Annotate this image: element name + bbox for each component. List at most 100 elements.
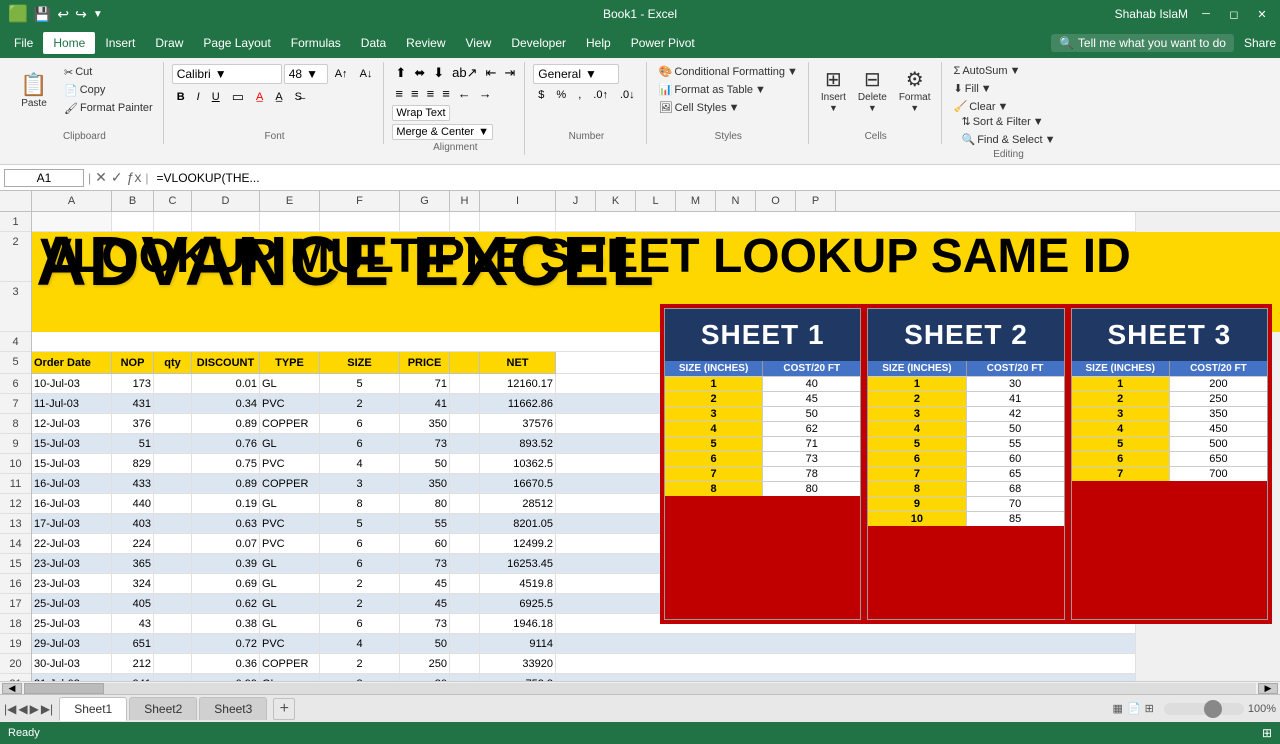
cell-c13[interactable] — [154, 514, 192, 534]
cell-f8[interactable]: 6 — [320, 414, 400, 434]
cell-b10[interactable]: 829 — [112, 454, 154, 474]
cell-a6[interactable]: 10-Jul-03 — [32, 374, 112, 394]
cell-b20[interactable]: 212 — [112, 654, 154, 674]
s2-r3-c2[interactable]: 42 — [967, 407, 1064, 421]
cell-b18[interactable]: 43 — [112, 614, 154, 634]
cell-f15[interactable]: 6 — [320, 554, 400, 574]
cell-f20[interactable]: 2 — [320, 654, 400, 674]
scrollbar-thumb[interactable] — [24, 683, 104, 694]
cell-b11[interactable]: 433 — [112, 474, 154, 494]
cell-i19[interactable]: 9114 — [480, 634, 556, 654]
cell-b14[interactable]: 224 — [112, 534, 154, 554]
cell-b19[interactable]: 651 — [112, 634, 154, 654]
cell-f11[interactable]: 3 — [320, 474, 400, 494]
cell-d9[interactable]: 0.76 — [192, 434, 260, 454]
s2-r5-c2[interactable]: 55 — [967, 437, 1064, 451]
s2-r6-c1[interactable]: 6 — [868, 452, 966, 466]
sheet-tab-sheet3[interactable]: Sheet3 — [199, 697, 267, 720]
cell-h20[interactable] — [450, 654, 480, 674]
col-header-l[interactable]: L — [636, 191, 676, 211]
cell-e16[interactable]: GL — [260, 574, 320, 594]
col-header-b[interactable]: B — [112, 191, 154, 211]
cell-c18[interactable] — [154, 614, 192, 634]
share-button[interactable]: Share — [1244, 36, 1276, 50]
menu-power-pivot[interactable]: Power Pivot — [621, 32, 705, 54]
insert-function-icon[interactable]: ƒx — [127, 169, 142, 186]
s1-r3-c2[interactable]: 50 — [763, 407, 860, 421]
format-as-table-button[interactable]: 📊 Format as Table ▼ — [655, 82, 802, 97]
clear-button[interactable]: 🧹 Clear ▼ — [950, 99, 1068, 114]
cell-i21[interactable]: 752.8 — [480, 674, 556, 681]
cell-e11[interactable]: COPPER — [260, 474, 320, 494]
cell-h19[interactable] — [450, 634, 480, 654]
cell-g11[interactable]: 350 — [400, 474, 450, 494]
s1-r7-c2[interactable]: 78 — [763, 467, 860, 481]
menu-view[interactable]: View — [456, 32, 502, 54]
cell-c10[interactable] — [154, 454, 192, 474]
cell-g15[interactable]: 73 — [400, 554, 450, 574]
undo-icon[interactable]: ↩ — [57, 6, 69, 23]
row-num-16[interactable]: 16 — [0, 574, 31, 594]
row-num-10[interactable]: 10 — [0, 454, 31, 474]
cell-i11[interactable]: 16670.5 — [480, 474, 556, 494]
cell-e7[interactable]: PVC — [260, 394, 320, 414]
cell-d17[interactable]: 0.62 — [192, 594, 260, 614]
cell-h11[interactable] — [450, 474, 480, 494]
wrap-text-button[interactable]: Wrap Text — [392, 105, 449, 121]
col-header-price[interactable]: PRICE — [400, 352, 450, 374]
cell-c17[interactable] — [154, 594, 192, 614]
cell-i18[interactable]: 1946.18 — [480, 614, 556, 634]
cell-d12[interactable]: 0.19 — [192, 494, 260, 514]
cell-h14[interactable] — [450, 534, 480, 554]
row-num-1[interactable]: 1 — [0, 212, 31, 232]
paste-button[interactable]: 📋 Paste — [12, 64, 56, 116]
col-header-order-date[interactable]: Order Date — [32, 352, 112, 374]
row-num-17[interactable]: 17 — [0, 594, 31, 614]
cell-g13[interactable]: 55 — [400, 514, 450, 534]
cell-c9[interactable] — [154, 434, 192, 454]
row-num-14[interactable]: 14 — [0, 534, 31, 554]
cell-b8[interactable]: 376 — [112, 414, 154, 434]
col-header-type[interactable]: TYPE — [260, 352, 320, 374]
cell-c8[interactable] — [154, 414, 192, 434]
align-left-button[interactable]: ≡ — [392, 85, 406, 102]
cell-a17[interactable]: 25-Jul-03 — [32, 594, 112, 614]
menu-file[interactable]: File — [4, 32, 43, 54]
s2-r9-c2[interactable]: 70 — [967, 497, 1064, 511]
cell-rest20[interactable] — [556, 654, 1136, 674]
cell-a12[interactable]: 16-Jul-03 — [32, 494, 112, 514]
col-header-h[interactable]: H — [450, 191, 480, 211]
cell-f17[interactable]: 2 — [320, 594, 400, 614]
menu-draw[interactable]: Draw — [145, 32, 193, 54]
autosum-button[interactable]: Σ AutoSum ▼ — [950, 64, 1068, 78]
cell-c16[interactable] — [154, 574, 192, 594]
cell-h15[interactable] — [450, 554, 480, 574]
comma-button[interactable]: , — [573, 87, 586, 103]
cell-c7[interactable] — [154, 394, 192, 414]
format-button[interactable]: ⚙ Format ▼ — [895, 64, 935, 116]
cell-a7[interactable]: 11-Jul-03 — [32, 394, 112, 414]
cell-f16[interactable]: 2 — [320, 574, 400, 594]
cell-c19[interactable] — [154, 634, 192, 654]
col-header-m[interactable]: M — [676, 191, 716, 211]
cell-a11[interactable]: 16-Jul-03 — [32, 474, 112, 494]
name-box[interactable]: A1 — [4, 169, 84, 187]
s2-r1-c2[interactable]: 30 — [967, 377, 1064, 391]
cell-d21[interactable]: 0.99 — [192, 674, 260, 681]
s3-r5-c1[interactable]: 5 — [1072, 437, 1170, 451]
col-header-k[interactable]: K — [596, 191, 636, 211]
cell-g19[interactable]: 50 — [400, 634, 450, 654]
cell-h1[interactable] — [450, 212, 480, 232]
decimal-increase-button[interactable]: .0↑ — [588, 87, 613, 103]
font-size-dropdown[interactable]: 48 ▼ — [284, 64, 328, 84]
cell-g12[interactable]: 80 — [400, 494, 450, 514]
cell-i9[interactable]: 893.52 — [480, 434, 556, 454]
cell-d7[interactable]: 0.34 — [192, 394, 260, 414]
cell-i14[interactable]: 12499.2 — [480, 534, 556, 554]
s2-r6-c2[interactable]: 60 — [967, 452, 1064, 466]
scroll-right-button[interactable]: ▶ — [1258, 683, 1278, 694]
cell-c14[interactable] — [154, 534, 192, 554]
s2-r5-c1[interactable]: 5 — [868, 437, 966, 451]
row-num-21[interactable]: 21 — [0, 674, 31, 681]
cell-e21[interactable]: GL — [260, 674, 320, 681]
